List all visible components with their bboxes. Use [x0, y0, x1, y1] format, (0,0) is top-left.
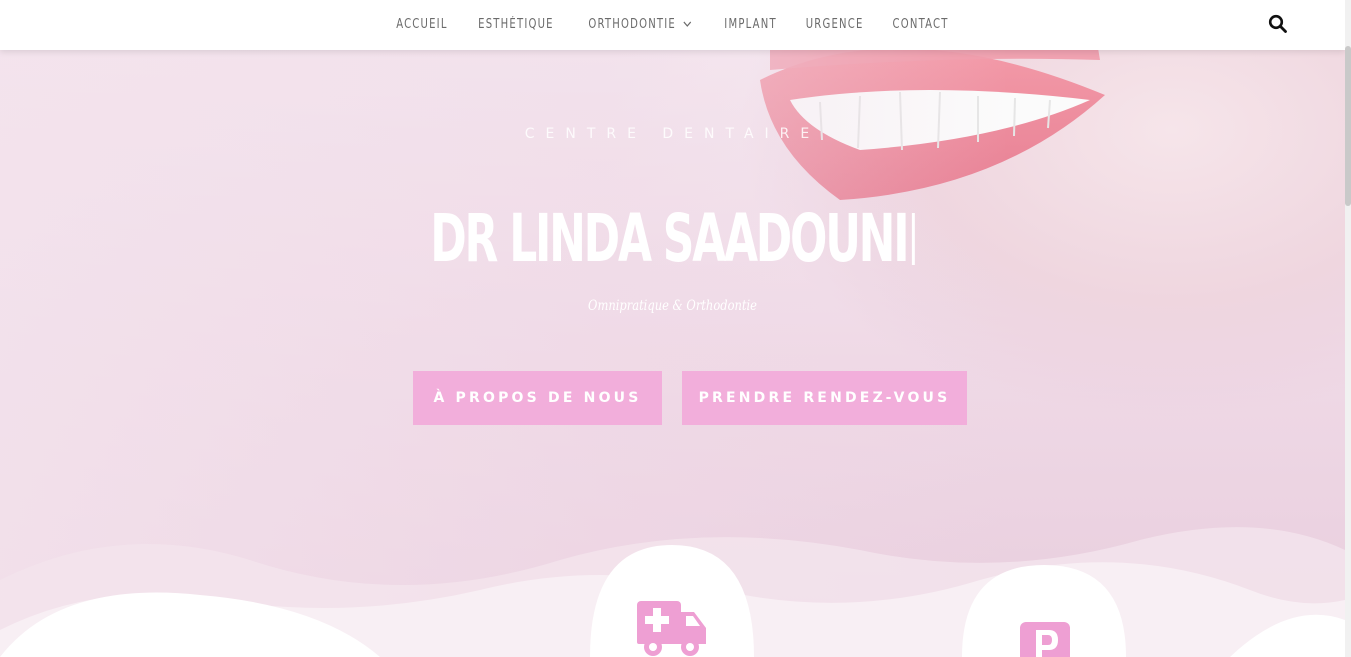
search-icon[interactable] — [1268, 14, 1288, 34]
page-scrollbar-thumb[interactable] — [1345, 46, 1351, 206]
hero-title: DR LINDA SAADOUNI — [175, 200, 1170, 277]
menu-item-accueil[interactable]: Accueil — [396, 17, 447, 32]
hero-subtitle: Omnipratique & Orthodontie — [588, 298, 757, 314]
typing-cursor — [911, 213, 915, 265]
main-menu: Accueil Esthétique Orthodontie Implant U… — [0, 0, 1345, 48]
hero-title-text: DR LINDA SAADOUNI — [430, 200, 909, 277]
about-us-button[interactable]: À PROPOS DE NOUS — [413, 371, 662, 425]
ambulance-icon — [637, 601, 706, 656]
menu-item-esthetique[interactable]: Esthétique — [478, 17, 554, 32]
menu-item-orthodontie-label: Orthodontie — [588, 16, 676, 32]
hero-section: CENTRE DENTAIRE DR LINDA SAADOUNI Omnipr… — [0, 0, 1345, 657]
chevron-down-icon — [683, 21, 691, 27]
book-appointment-button[interactable]: PRENDRE RENDEZ-VOUS — [682, 371, 967, 425]
menu-item-implant[interactable]: Implant — [724, 17, 777, 32]
menu-item-orthodontie[interactable]: Orthodontie — [588, 17, 691, 32]
menu-item-contact[interactable]: Contact — [892, 17, 948, 32]
hero-eyebrow: CENTRE DENTAIRE — [524, 126, 821, 142]
parking-icon — [1020, 622, 1070, 657]
top-navigation-bar: Accueil Esthétique Orthodontie Implant U… — [0, 0, 1345, 50]
menu-item-urgence[interactable]: Urgence — [805, 17, 863, 32]
